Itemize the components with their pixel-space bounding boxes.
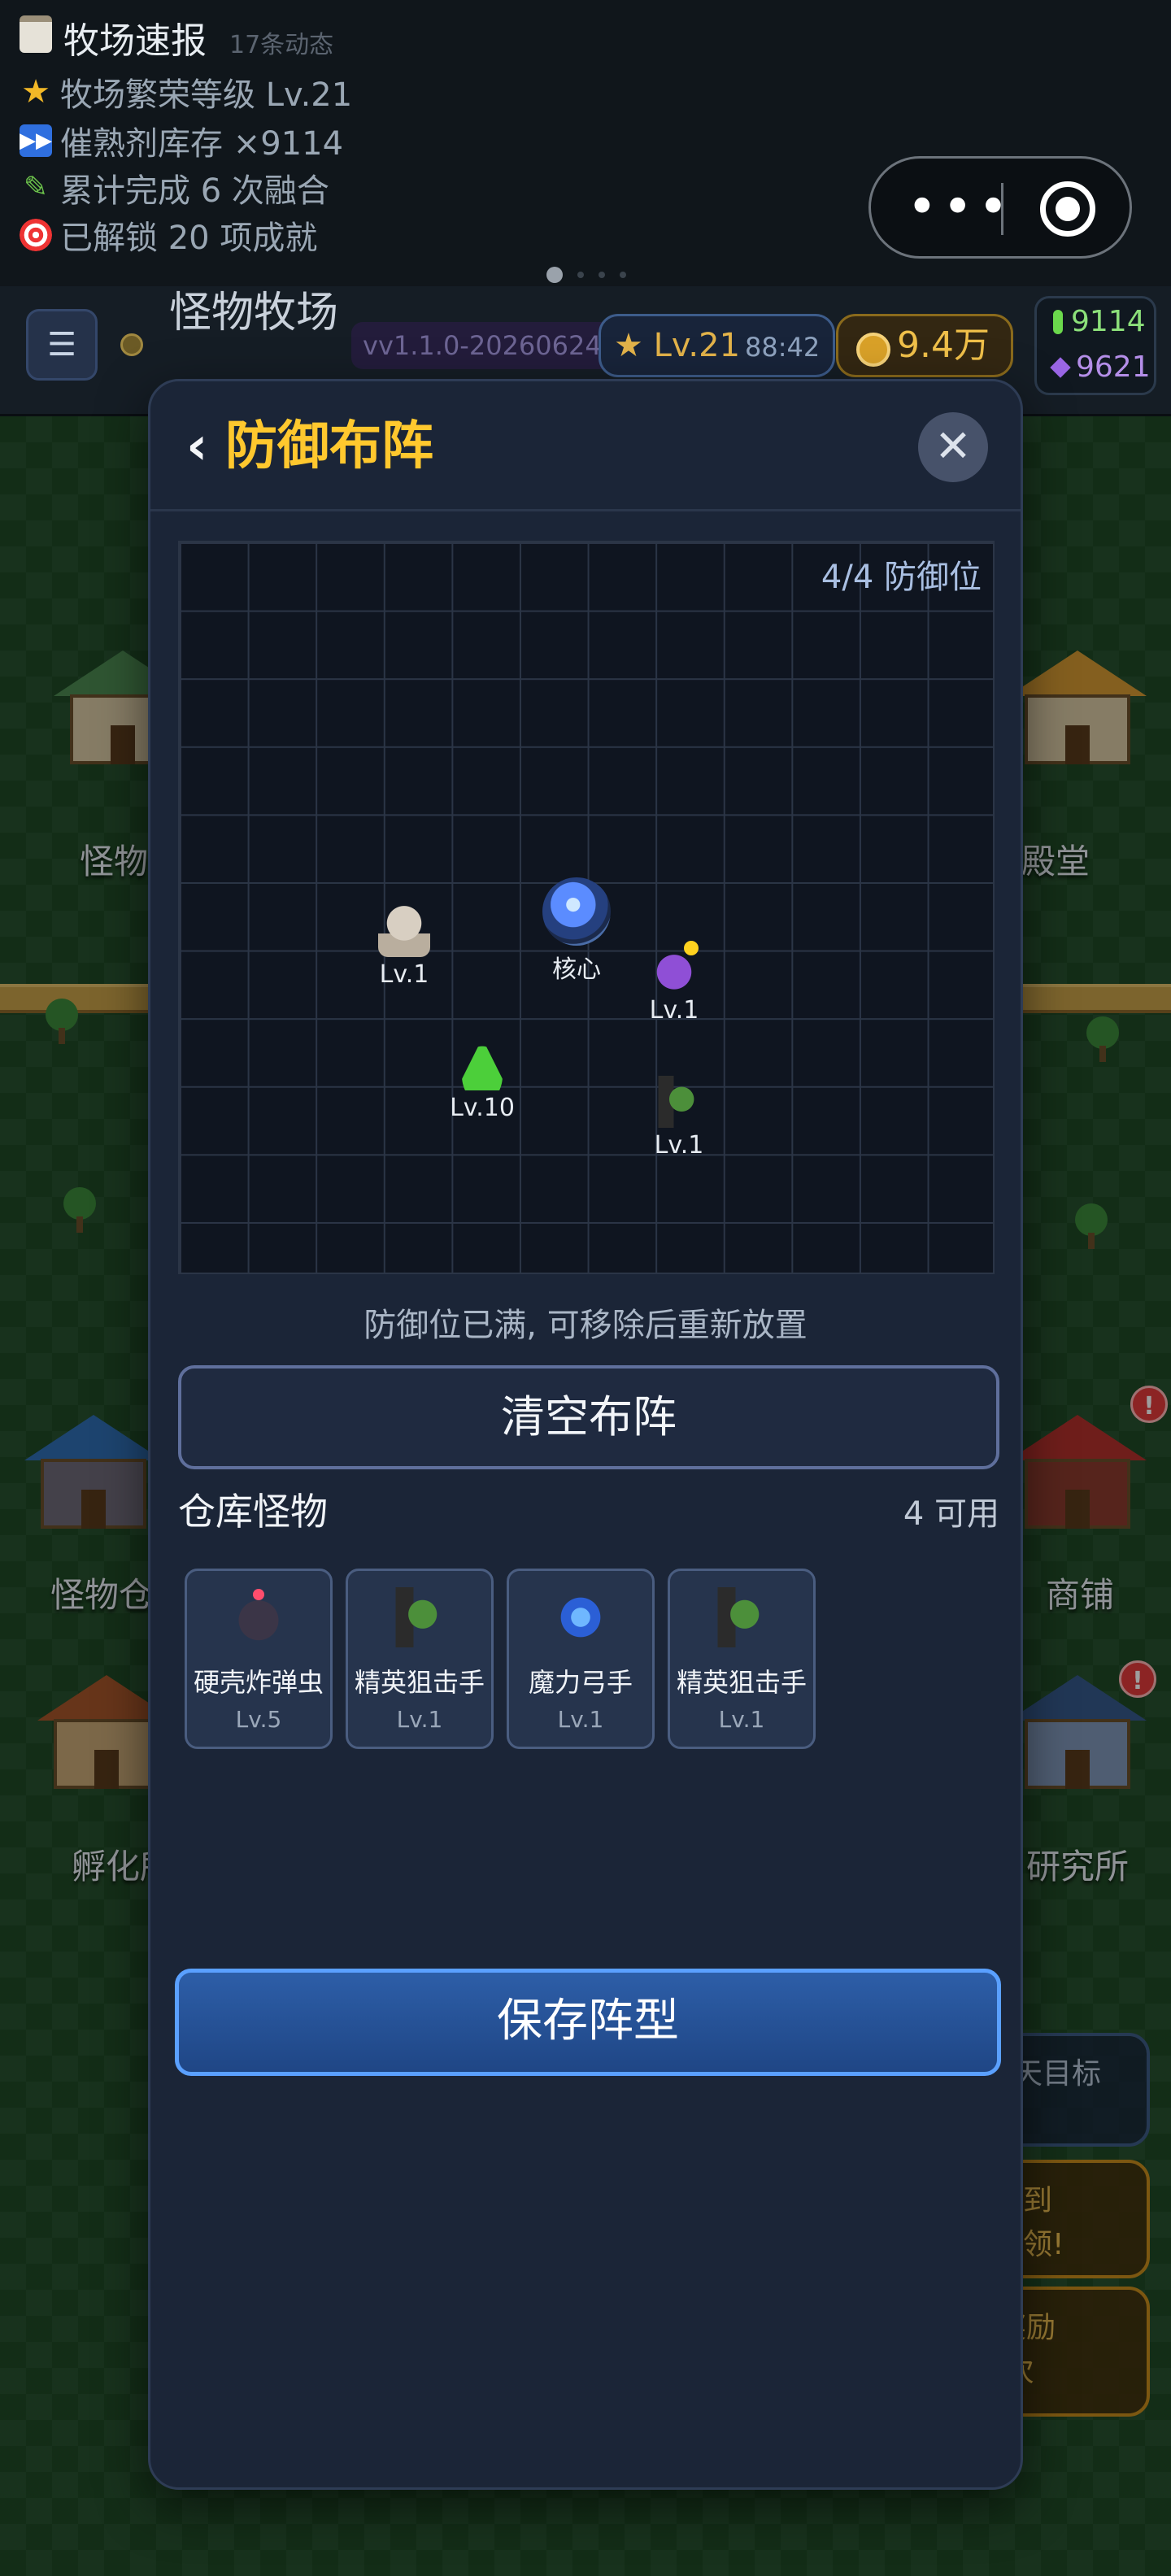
pager-dot (620, 272, 626, 278)
sniper-monster-icon (653, 1076, 705, 1128)
magic-archer-icon (551, 1587, 611, 1647)
warehouse-card[interactable]: 魔力弓手 Lv.1 (507, 1569, 655, 1749)
star-icon: ★ (21, 73, 50, 111)
card-name: 魔力弓手 (528, 1667, 633, 1698)
gem-icon (1050, 356, 1071, 378)
bomb-bug-icon (229, 1587, 289, 1647)
news-text: 累计完成 6 次融合 (60, 172, 329, 210)
sniper-monster-icon (712, 1587, 772, 1647)
unit-level: Lv.1 (379, 960, 429, 989)
star-icon: ★ (614, 327, 643, 364)
potion-icon (1053, 309, 1063, 334)
resource-panel[interactable]: 9114 9621 (1034, 296, 1156, 395)
hamburger-menu-icon[interactable]: ☰ (26, 309, 98, 381)
version-badge: vv1.1.0-20260624 (351, 322, 613, 369)
unit-level: Lv.1 (649, 996, 699, 1025)
news-count: 17条动态 (229, 31, 334, 59)
app-logo (120, 333, 143, 356)
news-title: 牧场速报 (63, 20, 207, 62)
warehouse-available: 4 可用 (903, 1495, 999, 1533)
mini-program-capsule: ••• (868, 156, 1132, 259)
news-pager (546, 267, 626, 283)
placed-unit-mushroom[interactable]: Lv.1 (355, 905, 453, 989)
pager-dot (599, 272, 605, 278)
back-chevron-icon[interactable]: ‹ (186, 420, 207, 472)
pager-dot-active (546, 267, 563, 283)
level-value: Lv.21 (653, 327, 741, 364)
news-item: ★ 牧场繁荣等级 Lv.21 (20, 68, 352, 115)
save-formation-button[interactable]: 保存阵型 (175, 1969, 1001, 2076)
warehouse-card[interactable]: 精英狙击手 Lv.1 (668, 1569, 816, 1749)
warehouse-card[interactable]: 精英狙击手 Lv.1 (346, 1569, 494, 1749)
close-mini-program-icon[interactable] (1040, 181, 1095, 237)
news-item: 已解锁 20 项成就 (20, 211, 317, 259)
potion-value: 9114 (1071, 305, 1146, 338)
news-text: 已解锁 20 项成就 (60, 220, 318, 257)
slime-monster-icon (456, 1038, 508, 1090)
capsule-divider (1001, 183, 1003, 235)
news-text: 牧场繁荣等级 Lv.21 (60, 76, 353, 114)
unit-level: Lv.10 (450, 1094, 515, 1122)
card-level: Lv.1 (396, 1706, 443, 1733)
clear-formation-button[interactable]: 清空布阵 (178, 1365, 999, 1469)
card-level: Lv.1 (718, 1706, 765, 1733)
warehouse-title: 仓库怪物 (178, 1490, 328, 1534)
card-level: Lv.1 (557, 1706, 604, 1733)
pager-dot (577, 272, 584, 278)
coin-value: 9.4万 (897, 324, 990, 366)
level-chip[interactable]: ★ Lv.21 88:42 (599, 314, 836, 377)
slot-count: 4/4 防御位 (821, 559, 982, 596)
placed-unit-purple[interactable]: Lv.1 (625, 941, 723, 1025)
placed-unit-sniper[interactable]: Lv.1 (630, 1076, 728, 1160)
news-panel: 牧场速报 17条动态 ★ 牧场繁荣等级 Lv.21 ▶▶ 催熟剂库存 ×9114… (0, 0, 1171, 286)
warehouse-header: 仓库怪物 4 可用 (178, 1482, 999, 1539)
more-menu-icon[interactable]: ••• (907, 181, 1008, 233)
warehouse-list: 硬壳炸弹虫 Lv.5 精英狙击手 Lv.1 魔力弓手 Lv.1 精英狙击手 Lv… (185, 1569, 816, 1749)
core-label: 核心 (552, 955, 601, 984)
sniper-monster-icon (390, 1587, 450, 1647)
modal-title: 防御布阵 (225, 416, 433, 476)
purple-monster-icon (648, 941, 700, 993)
warehouse-card[interactable]: 硬壳炸弹虫 Lv.5 (185, 1569, 333, 1749)
card-name: 硬壳炸弹虫 (193, 1667, 324, 1698)
close-icon[interactable]: ✕ (918, 412, 988, 482)
card-name: 精英狙击手 (676, 1667, 807, 1698)
news-item: ▶▶ 催熟剂库存 ×9114 (20, 117, 343, 164)
formation-hint: 防御位已满, 可移除后重新放置 (363, 1307, 808, 1344)
news-header: 牧场速报 17条动态 (20, 11, 333, 63)
news-item: ✎ 累计完成 6 次融合 (20, 164, 329, 211)
coin-balance[interactable]: 9.4万 (836, 314, 1013, 377)
clipboard-icon (20, 15, 52, 53)
defense-grid[interactable]: 4/4 防御位 Lv.1 核心 Lv.1 Lv.10 Lv.1 (178, 541, 995, 1274)
fast-forward-icon: ▶▶ (20, 124, 52, 157)
level-timer: 88:42 (745, 332, 821, 363)
modal-header: ‹ 防御布阵 ✕ (150, 381, 1021, 511)
gem-row: 9621 (1050, 350, 1151, 384)
gem-value: 9621 (1076, 350, 1151, 384)
core-orb-icon (542, 877, 611, 946)
potion-row: 9114 (1053, 305, 1146, 338)
mushroom-monster-icon (378, 905, 430, 957)
core-crystal: 核心 (528, 877, 625, 985)
news-text: 催熟剂库存 ×9114 (60, 125, 344, 163)
placed-unit-slime[interactable]: Lv.10 (433, 1038, 531, 1122)
pencil-icon: ✎ (23, 171, 49, 204)
unit-level: Lv.1 (654, 1131, 704, 1160)
target-icon (20, 219, 52, 251)
defense-formation-modal: ‹ 防御布阵 ✕ 4/4 防御位 Lv.1 核心 Lv.1 Lv.10 Lv.1… (148, 379, 1023, 2490)
card-level: Lv.5 (235, 1706, 282, 1733)
card-name: 精英狙击手 (354, 1667, 485, 1698)
